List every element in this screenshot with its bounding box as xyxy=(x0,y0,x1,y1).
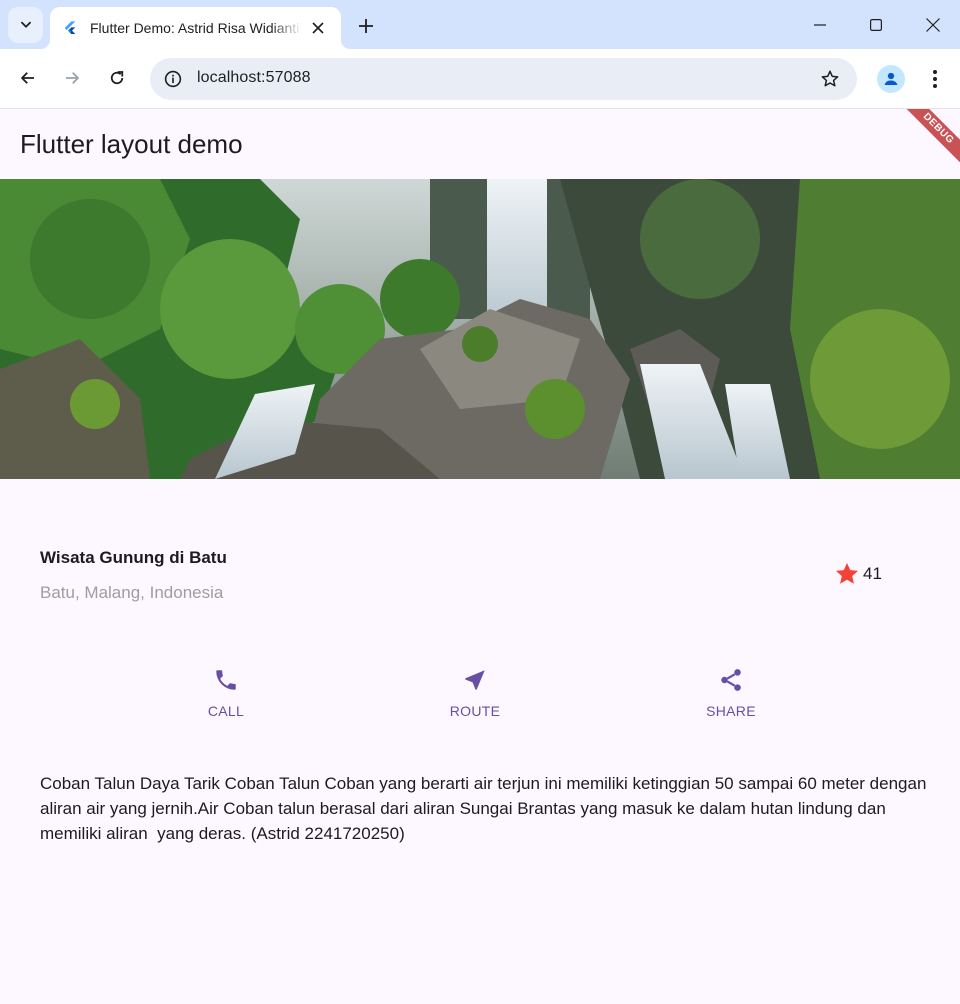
place-name: Wisata Gunung di Batu xyxy=(40,548,227,567)
tab-strip: Flutter Demo: Astrid Risa Widianti xyxy=(0,0,960,49)
share-button[interactable]: SHARE xyxy=(671,667,791,719)
bookmark-button[interactable] xyxy=(817,66,843,92)
maximize-button[interactable] xyxy=(856,8,896,42)
address-bar[interactable]: localhost:57088 xyxy=(150,58,857,100)
close-icon xyxy=(312,22,324,34)
call-label: CALL xyxy=(207,703,245,719)
person-icon xyxy=(884,72,898,85)
back-button[interactable] xyxy=(11,61,45,95)
arrow-left-icon xyxy=(21,72,34,84)
place-location: Batu, Malang, Indonesia xyxy=(40,583,224,602)
flutter-logo-icon xyxy=(64,21,76,34)
tab-close-button[interactable] xyxy=(308,18,328,38)
tab-search-button[interactable] xyxy=(8,7,43,43)
description-text: Coban Talun Daya Tarik Coban Talun Coban… xyxy=(40,774,932,843)
browser-toolbar: localhost:57088 xyxy=(0,49,960,109)
plus-icon xyxy=(359,19,373,33)
phone-icon xyxy=(216,670,236,690)
reload-button[interactable] xyxy=(100,61,134,95)
share-label: SHARE xyxy=(706,703,756,719)
reload-icon xyxy=(110,71,124,85)
near-me-icon xyxy=(465,670,485,690)
rating-count: 41 xyxy=(863,564,882,583)
close-window-button[interactable] xyxy=(913,8,953,42)
route-button[interactable]: ROUTE xyxy=(415,667,535,719)
minimize-button[interactable] xyxy=(800,8,840,42)
chevron-down-icon xyxy=(20,21,31,28)
arrow-right-icon xyxy=(66,72,79,84)
app-bar-title: Flutter layout demo xyxy=(20,129,243,159)
title-section: Wisata Gunung di Batu Batu, Malang, Indo… xyxy=(0,479,960,639)
forward-button[interactable] xyxy=(55,61,89,95)
profile-button[interactable] xyxy=(877,65,905,93)
site-info-button[interactable] xyxy=(159,65,187,93)
close-icon xyxy=(926,18,940,32)
rating: 41 xyxy=(834,561,882,587)
url-text[interactable]: localhost:57088 xyxy=(197,69,311,87)
star-outline-icon xyxy=(821,70,839,87)
new-tab-button[interactable] xyxy=(352,12,380,40)
star-icon xyxy=(835,562,859,584)
maximize-icon xyxy=(870,19,882,31)
tab-title: Flutter Demo: Astrid Risa Widianti xyxy=(90,20,300,36)
call-button[interactable]: CALL xyxy=(166,667,286,719)
info-icon xyxy=(164,70,182,88)
more-vert-icon xyxy=(933,70,937,88)
route-label: ROUTE xyxy=(449,703,501,719)
browser-menu-button[interactable] xyxy=(921,62,949,96)
waterfall-image xyxy=(0,179,960,479)
app-bar: Flutter layout demo xyxy=(0,109,960,179)
minimize-icon xyxy=(814,24,826,26)
share-icon xyxy=(721,669,741,691)
browser-tab[interactable]: Flutter Demo: Astrid Risa Widianti xyxy=(40,7,351,49)
